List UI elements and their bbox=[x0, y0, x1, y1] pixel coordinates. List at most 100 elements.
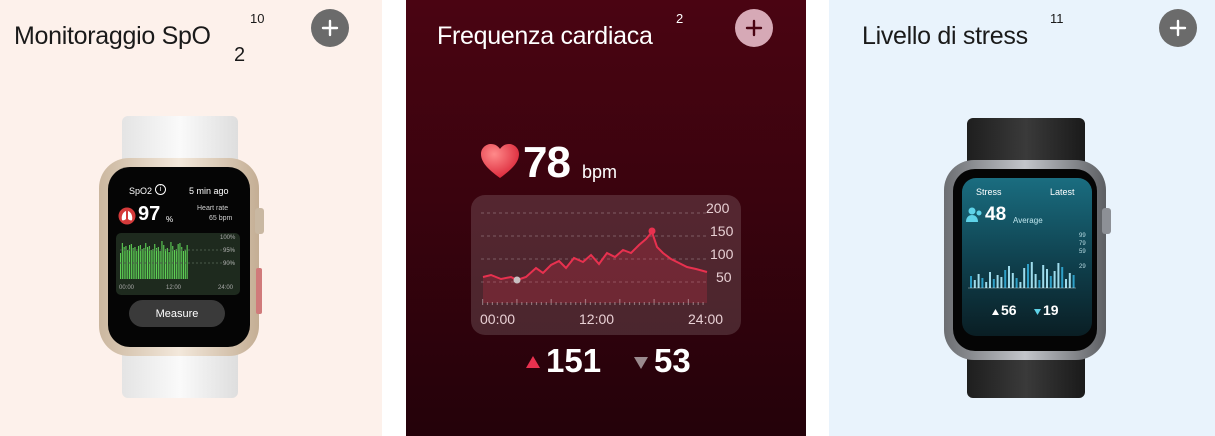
info-icon[interactable]: i bbox=[155, 184, 166, 195]
x-tick-mark bbox=[575, 302, 577, 305]
stress-y-tick-59: 59 bbox=[1079, 249, 1086, 255]
triangle-down-icon bbox=[634, 357, 648, 369]
stress-y-tick-29: 29 bbox=[1079, 264, 1086, 270]
x-tick-mark bbox=[486, 302, 489, 305]
x-tick-mark bbox=[604, 302, 606, 305]
spo2-metric-label: SpO2 bbox=[129, 186, 153, 196]
x-tick-mark bbox=[521, 302, 523, 305]
stress-footnote: 11 bbox=[1050, 11, 1064, 26]
x-tick-mark bbox=[560, 302, 562, 305]
x-tick-mark bbox=[668, 302, 670, 305]
x-tick-mark bbox=[673, 302, 675, 305]
spo2-subscript: 2 bbox=[234, 44, 246, 66]
spo2-bar bbox=[184, 250, 186, 279]
heart-rate-footnote: 2 bbox=[676, 11, 684, 26]
spo2-unit: % bbox=[166, 215, 174, 224]
x-tick-mark bbox=[678, 302, 680, 305]
stress-bar bbox=[1042, 265, 1045, 288]
x-tick-mark bbox=[633, 302, 636, 305]
hr-y-tick-150: 150 bbox=[710, 223, 734, 239]
x-tick-mark bbox=[584, 299, 587, 305]
stress-bar bbox=[1065, 279, 1067, 288]
x-tick-mark bbox=[496, 302, 498, 305]
stress-bar bbox=[989, 272, 991, 288]
heart-rate-unit: bpm bbox=[582, 162, 618, 182]
stress-bar bbox=[1000, 277, 1003, 288]
stress-bars bbox=[968, 262, 1076, 289]
heart-icon bbox=[481, 144, 519, 178]
x-tick-mark bbox=[580, 302, 582, 305]
stress-watch-screen: Stress Latest 48 Average 99 79 59 29 56 … bbox=[962, 178, 1092, 336]
spo2-x-tick-start: 00:00 bbox=[119, 285, 135, 291]
x-tick-mark bbox=[550, 299, 552, 305]
stress-bar bbox=[1008, 266, 1010, 288]
spo2-time-ago: 5 min ago bbox=[189, 186, 229, 196]
stress-bar bbox=[1072, 275, 1075, 288]
x-tick-mark bbox=[565, 302, 567, 305]
spo2-bar bbox=[186, 245, 188, 279]
stress-card-title: Livello di stress bbox=[862, 22, 1028, 50]
stress-bar bbox=[1011, 273, 1014, 288]
stress-bar bbox=[1004, 270, 1007, 288]
heart-rate-card-title: Frequenza cardiaca bbox=[437, 22, 653, 50]
triangle-up-icon bbox=[992, 309, 999, 315]
x-tick-mark bbox=[648, 302, 650, 305]
spo2-footnote: 10 bbox=[250, 11, 265, 26]
x-tick-mark bbox=[624, 302, 626, 305]
measure-button[interactable]: Measure bbox=[129, 300, 225, 327]
spo2-graph: 100% 95% 90% 00:00 12:00 24:00 bbox=[116, 233, 240, 295]
x-tick-mark bbox=[526, 302, 528, 305]
add-spo2-button[interactable] bbox=[311, 9, 349, 47]
spo2-bar bbox=[141, 249, 143, 279]
spo2-bar bbox=[130, 244, 132, 279]
stress-bar bbox=[996, 275, 999, 288]
hr-y-tick-200: 200 bbox=[706, 200, 730, 216]
spo2-watch-screen: SpO2 i 5 min ago 97 % Heart rate 65 bpm … bbox=[115, 175, 245, 335]
x-tick-mark bbox=[692, 302, 694, 305]
x-tick-mark bbox=[682, 302, 685, 305]
stress-y-tick-99: 99 bbox=[1079, 233, 1086, 239]
add-stress-button[interactable] bbox=[1159, 9, 1197, 47]
spo2-card: Monitoraggio SpO 2 10 SpO2 i 5 min ago 9… bbox=[0, 0, 382, 436]
hr-y-tick-50: 50 bbox=[716, 269, 732, 285]
person-icon bbox=[966, 207, 982, 222]
plus-icon bbox=[1169, 19, 1187, 37]
plus-icon bbox=[745, 19, 763, 37]
x-tick-mark bbox=[501, 302, 503, 305]
add-heart-rate-button[interactable] bbox=[735, 9, 773, 47]
x-tick-mark bbox=[658, 302, 660, 305]
x-tick-mark bbox=[643, 302, 645, 305]
stress-y-tick-79: 79 bbox=[1079, 241, 1086, 247]
x-tick-mark bbox=[629, 302, 631, 305]
stress-bar bbox=[977, 274, 980, 288]
x-tick-mark bbox=[511, 302, 513, 305]
x-tick-mark bbox=[599, 302, 601, 305]
spo2-bar bbox=[136, 251, 138, 279]
x-tick-mark bbox=[555, 302, 557, 305]
heart-rate-max: 151 bbox=[546, 342, 602, 379]
x-tick-mark bbox=[570, 302, 572, 305]
hr-x-tick-mid: 12:00 bbox=[579, 311, 615, 327]
stress-bar bbox=[985, 282, 988, 288]
spo2-bar bbox=[145, 243, 147, 279]
x-tick-mark bbox=[638, 302, 640, 305]
spo2-bar bbox=[147, 247, 149, 279]
spo2-bar bbox=[174, 250, 176, 279]
stress-bar bbox=[1057, 263, 1060, 288]
stress-value: 48 bbox=[985, 204, 1007, 225]
heart-rate-area bbox=[483, 232, 707, 303]
stress-bar bbox=[1068, 273, 1071, 288]
x-tick-mark bbox=[614, 302, 616, 305]
stress-bar bbox=[973, 280, 976, 288]
stress-bar bbox=[1015, 278, 1018, 288]
spo2-value: 97 bbox=[138, 203, 161, 225]
stress-bar bbox=[1019, 282, 1022, 288]
spo2-bar bbox=[165, 249, 167, 279]
stress-bar bbox=[1046, 269, 1048, 288]
min-point bbox=[513, 276, 521, 284]
stress-bar bbox=[1061, 267, 1064, 288]
x-tick-mark bbox=[594, 302, 596, 305]
hr-x-tick-end: 24:00 bbox=[688, 311, 724, 327]
stress-bar bbox=[1034, 274, 1037, 288]
stress-card: Livello di stress 11 Stress Latest 48 Av… bbox=[829, 0, 1215, 436]
